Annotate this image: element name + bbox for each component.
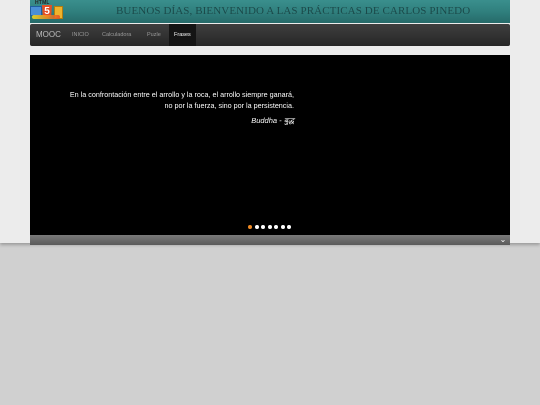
quote-carousel: En la confrontación entre el arrollo y l… (30, 55, 510, 235)
carousel-dot[interactable] (267, 225, 272, 229)
carousel-dot[interactable] (254, 225, 259, 229)
carousel-dot[interactable] (280, 225, 285, 229)
html5-logo: HTML 5 (30, 0, 63, 20)
site-header: HTML 5 BUENOS DÍAS, BIENVENIDO A LAS PRÁ… (30, 0, 510, 23)
page-title: BUENOS DÍAS, BIENVENIDO A LAS PRÁCTICAS … (116, 5, 471, 17)
quote-text: En la confrontación entre el arrollo y l… (48, 90, 294, 111)
navbar-brand[interactable]: MOOC (36, 30, 61, 39)
carousel-dot[interactable] (287, 225, 291, 229)
nav-item-inicio[interactable]: INICIO (67, 24, 94, 46)
carousel-dot[interactable] (261, 225, 265, 229)
logo-base-icon (32, 15, 60, 19)
nav-item-calculadora[interactable]: Calculadora (97, 24, 136, 46)
quote-author: Buddha - बुद्ध (251, 116, 294, 125)
carousel-dot[interactable] (274, 225, 278, 229)
footer-bar: ⌄ (30, 235, 510, 245)
nav-item-puzle[interactable]: Puzle (142, 24, 166, 46)
navbar: MOOC INICIO Calculadora Puzle Frases (30, 24, 510, 46)
chevron-down-icon[interactable]: ⌄ (498, 235, 508, 245)
quote-line-2: no por la fuerza, sino por la persistenc… (164, 100, 294, 110)
quote-line-1: En la confrontación entre el arrollo y l… (69, 90, 294, 99)
nav-item-frases[interactable]: Frases (169, 24, 196, 46)
carousel-dot[interactable] (248, 225, 252, 229)
